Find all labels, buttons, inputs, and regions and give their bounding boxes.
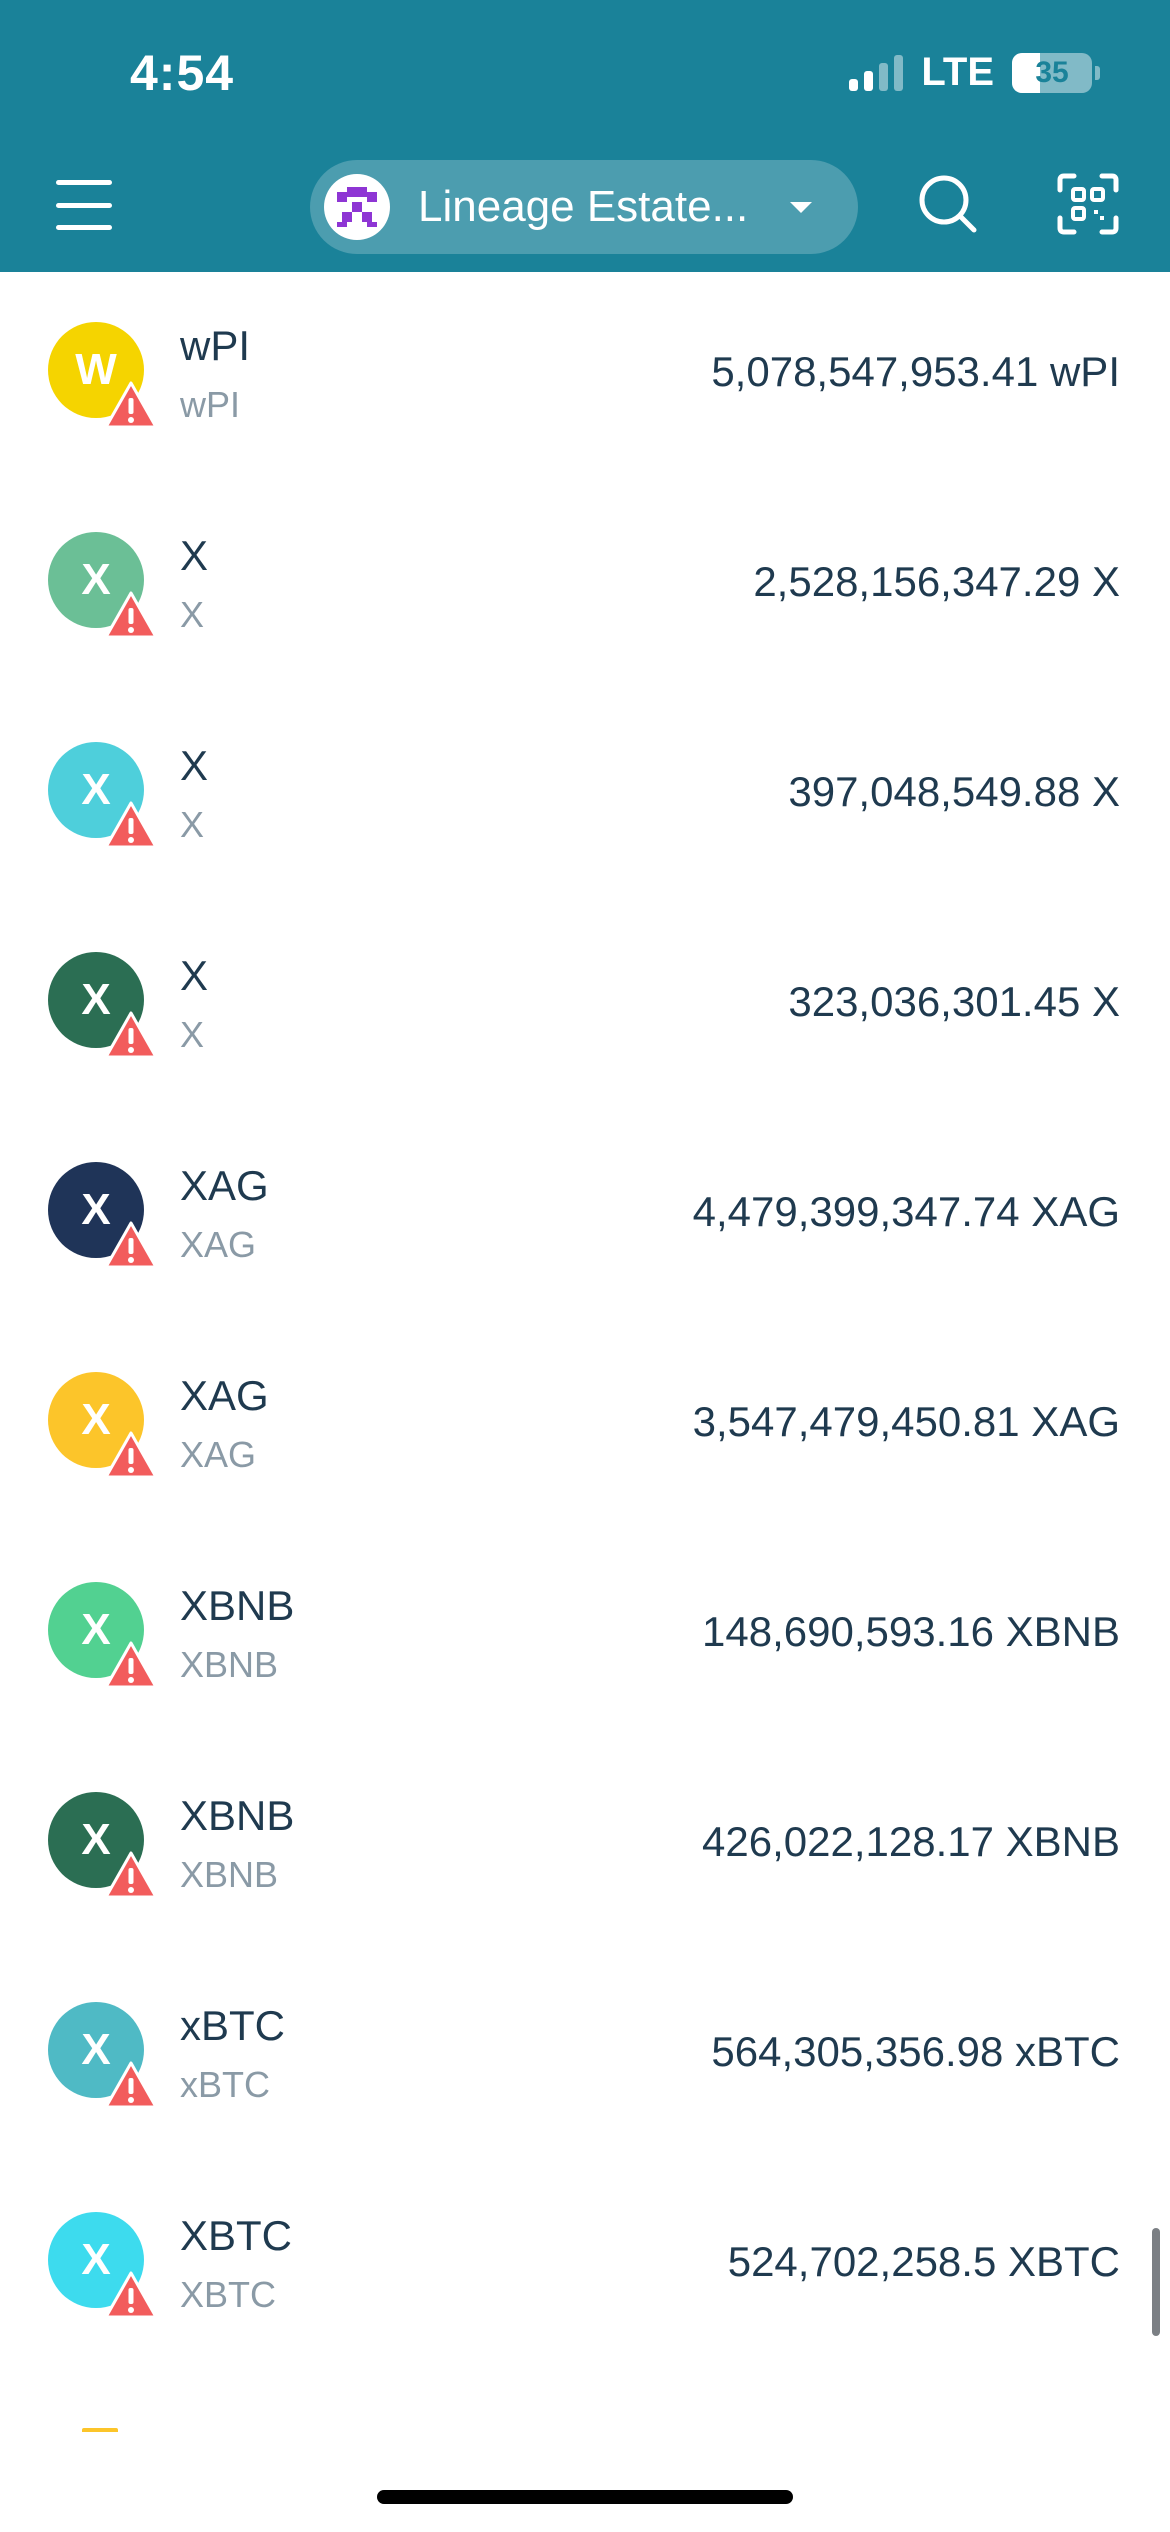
signal-bar: [849, 78, 859, 91]
token-row[interactable]: X XBNB XBNB 426,022,128.17 XBNB: [0, 1742, 1170, 1952]
warning-icon: [104, 2061, 158, 2109]
token-balance: 426,022,128.17 XBNB: [702, 1818, 1120, 1865]
token-name: XBNB: [180, 1582, 295, 1629]
warning-icon: [104, 801, 158, 849]
signal-bar: [894, 54, 904, 91]
partial-token-icon: [82, 2428, 118, 2432]
token-symbol: XAG: [180, 1434, 257, 1475]
token-balance: 323,036,301.45 X: [788, 978, 1120, 1025]
hamburger-icon[interactable]: [56, 180, 112, 230]
token-symbol: XBNB: [180, 1644, 279, 1685]
battery-icon: 35: [1012, 52, 1100, 93]
token-symbol: XAG: [180, 1224, 257, 1265]
token-symbol: X: [180, 804, 205, 845]
cellular-signal-icon: [849, 54, 904, 91]
status-indicators: LTE 35: [849, 50, 1100, 95]
token-row[interactable]: XxBTC xBTC 564,305,356.98 xBTC: [0, 1952, 1170, 2162]
token-name: XAG: [180, 1162, 269, 1209]
warning-icon: [104, 1641, 158, 1689]
token-row[interactable]: WwPI wPI 5,078,547,953.41 wPI: [0, 272, 1170, 482]
token-symbol: XBNB: [180, 1854, 279, 1895]
battery-percent: 35: [1035, 55, 1069, 89]
scrollbar[interactable]: [1152, 2228, 1160, 2336]
warning-icon: [104, 2271, 158, 2319]
qr-scan-icon: [1057, 173, 1119, 235]
signal-bar: [879, 62, 889, 91]
warning-icon: [104, 591, 158, 639]
warning-icon: [104, 1221, 158, 1269]
chevron-down-icon: [790, 201, 812, 213]
token-name: xBTC: [180, 2002, 285, 2049]
token-balance: 2,528,156,347.29 X: [753, 558, 1120, 605]
wallet-name: Lineage Estate...: [418, 182, 749, 231]
scan-button[interactable]: [1056, 172, 1120, 236]
signal-bar: [864, 70, 874, 91]
warning-icon: [104, 381, 158, 429]
token-row[interactable]: X XAG XAG 3,547,479,450.81 XAG: [0, 1322, 1170, 1532]
warning-icon: [104, 1431, 158, 1479]
status-time: 4:54: [130, 45, 235, 101]
token-name: wPI: [180, 322, 251, 369]
token-name: XAG: [180, 1372, 269, 1419]
token-balance: 148,690,593.16 XBNB: [702, 1608, 1120, 1655]
search-icon: [919, 175, 977, 233]
token-symbol: xBTC: [180, 2064, 270, 2105]
token-name: XBNB: [180, 1792, 295, 1839]
home-indicator[interactable]: [377, 2490, 793, 2504]
token-name: X: [180, 532, 209, 579]
top-navigation-bar: 4:54 LTE 35 Lineage Estate...: [0, 0, 1170, 272]
token-balance: 5,078,547,953.41 wPI: [711, 348, 1120, 395]
token-symbol: X: [180, 1014, 205, 1055]
warning-icon: [104, 1851, 158, 1899]
wallet-avatar-icon: [337, 187, 377, 227]
token-row[interactable]: X X X 323,036,301.45 X: [0, 902, 1170, 1112]
token-balance: 4,479,399,347.74 XAG: [692, 1188, 1120, 1235]
token-balance: 564,305,356.98 xBTC: [711, 2028, 1120, 2075]
warning-icon: [104, 1011, 158, 1059]
token-symbol: XBTC: [180, 2274, 277, 2315]
wallet-avatar: [324, 174, 390, 240]
search-button[interactable]: [916, 172, 980, 236]
token-row[interactable]: X XAG XAG 4,479,399,347.74 XAG: [0, 1112, 1170, 1322]
token-row[interactable]: X X X 397,048,549.88 X: [0, 692, 1170, 902]
token-name: XBTC: [180, 2212, 293, 2259]
network-type: LTE: [921, 50, 994, 94]
token-balance: 397,048,549.88 X: [788, 768, 1120, 815]
token-row[interactable]: X X X 2,528,156,347.29 X: [0, 482, 1170, 692]
wallet-selector[interactable]: Lineage Estate...: [310, 160, 858, 254]
token-symbol: wPI: [180, 384, 241, 425]
token-row[interactable]: X XBTC XBTC 524,702,258.5 XBTC: [0, 2162, 1170, 2372]
token-balance: 3,547,479,450.81 XAG: [692, 1398, 1120, 1445]
token-balance: 524,702,258.5 XBTC: [727, 2238, 1120, 2285]
token-name: X: [180, 742, 209, 789]
token-name: X: [180, 952, 209, 999]
token-symbol: X: [180, 594, 205, 635]
token-row[interactable]: X XBNB XBNB 148,690,593.16 XBNB: [0, 1532, 1170, 1742]
token-list: WwPI wPI 5,078,547,953.41 wPI X X X 2,528,156,…: [0, 272, 1170, 2372]
